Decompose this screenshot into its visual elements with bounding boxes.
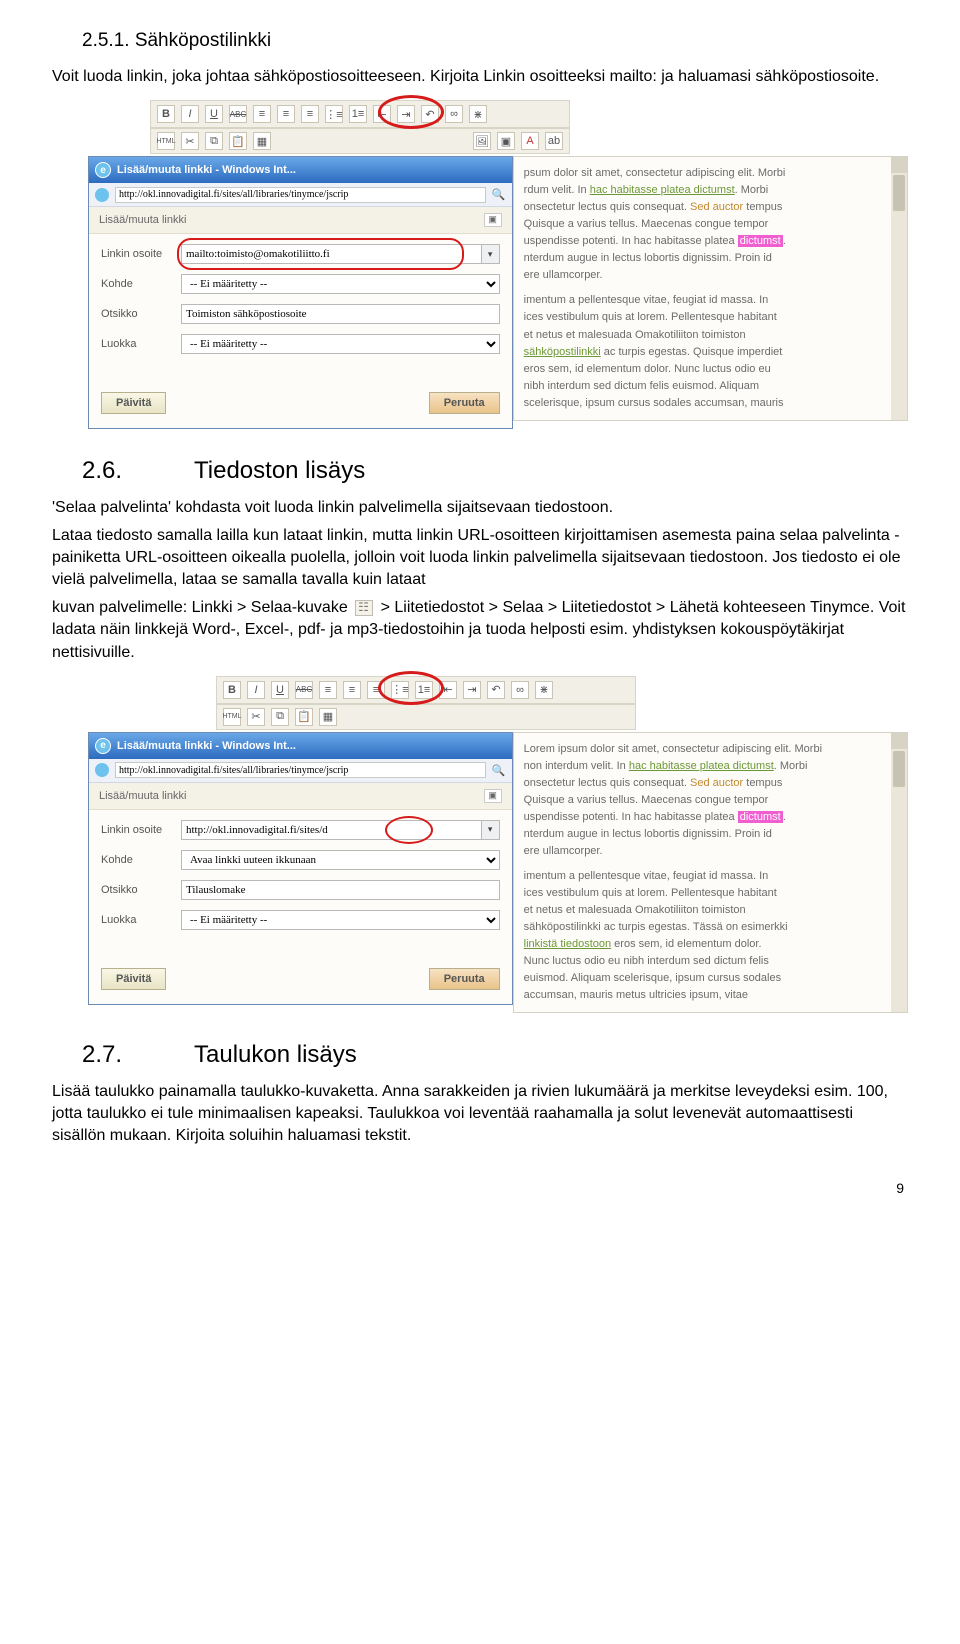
class-select[interactable]: -- Ei määritetty -- bbox=[181, 334, 500, 354]
cut-icon[interactable]: ✂ bbox=[181, 132, 199, 150]
link-dialog: e Lisää/muuta linkki - Windows Int... 🔍 … bbox=[88, 732, 513, 1005]
browse-icon[interactable]: ▾ bbox=[482, 820, 500, 840]
link-icon[interactable]: ∞ bbox=[445, 105, 463, 123]
strike-button[interactable]: ABC bbox=[229, 105, 247, 123]
html-button[interactable]: HTML bbox=[157, 132, 175, 150]
dialog-tab-label: Lisää/muuta linkki bbox=[99, 790, 186, 802]
heading-26: 2.6.Tiedoston lisäys bbox=[82, 457, 908, 485]
label-url: Linkin osoite bbox=[101, 824, 181, 836]
ie-icon: e bbox=[95, 738, 111, 754]
heading-251: 2.5.1. Sähköpostilinkki bbox=[82, 30, 908, 52]
label-url: Linkin osoite bbox=[101, 248, 181, 260]
bgcolor-icon[interactable]: ab bbox=[545, 132, 563, 150]
align-left-icon[interactable]: ≡ bbox=[253, 105, 271, 123]
title-input[interactable] bbox=[181, 880, 500, 900]
dialog-titlebar: e Lisää/muuta linkki - Windows Int... bbox=[89, 733, 512, 759]
figure-1: B I U ABC ≡ ≡ ≡ ⋮≡ 1≡ ⇤ ⇥ ↶ ∞ ⋇ HTML ✂ ⧉… bbox=[88, 100, 908, 429]
link-icon[interactable]: ∞ bbox=[511, 681, 529, 699]
ie-icon: e bbox=[95, 162, 111, 178]
dialog-tab: Lisää/muuta linkki ▣ bbox=[89, 783, 512, 810]
dialog-url-field[interactable] bbox=[115, 187, 486, 203]
heading-27: 2.7.Taulukon lisäys bbox=[82, 1041, 908, 1069]
html-button[interactable]: HTML bbox=[223, 708, 241, 726]
unlink-icon[interactable]: ⋇ bbox=[535, 681, 553, 699]
target-select[interactable]: Avaa linkki uuteen ikkunaan bbox=[181, 850, 500, 870]
ie-icon-small bbox=[95, 188, 109, 202]
label-luokka: Luokka bbox=[101, 914, 181, 926]
bold-button[interactable]: B bbox=[157, 105, 175, 123]
close-icon[interactable]: ▣ bbox=[484, 213, 502, 227]
search-icon[interactable]: 🔍 bbox=[492, 188, 506, 202]
editor-toolbar-2: HTML ✂ ⧉ 📋 ▦ bbox=[216, 704, 636, 730]
bold-button[interactable]: B bbox=[223, 681, 241, 699]
label-kohde: Kohde bbox=[101, 854, 181, 866]
image-icon[interactable]: 🖼 bbox=[473, 132, 491, 150]
browse-icon[interactable]: ▾ bbox=[482, 244, 500, 264]
link-url-input[interactable] bbox=[181, 820, 482, 840]
list-ul-icon[interactable]: ⋮≡ bbox=[325, 105, 343, 123]
para-27: Lisää taulukko painamalla taulukko-kuvak… bbox=[52, 1081, 908, 1147]
dialog-addressbar: 🔍 bbox=[89, 183, 512, 207]
underline-button[interactable]: U bbox=[271, 681, 289, 699]
para-26-2: Lataa tiedosto samalla lailla kun lataat… bbox=[52, 525, 908, 591]
class-select[interactable]: -- Ei määritetty -- bbox=[181, 910, 500, 930]
dialog-url-field[interactable] bbox=[115, 762, 486, 778]
editor-toolbar: B I U ABC ≡ ≡ ≡ ⋮≡ 1≡ ⇤ ⇥ ↶ ∞ ⋇ bbox=[216, 676, 636, 704]
list-ol-icon[interactable]: 1≡ bbox=[349, 105, 367, 123]
dialog-title: Lisää/muuta linkki - Windows Int... bbox=[117, 740, 296, 752]
target-select[interactable]: -- Ei määritetty -- bbox=[181, 274, 500, 294]
red-circle-marker bbox=[378, 671, 444, 705]
italic-button[interactable]: I bbox=[181, 105, 199, 123]
dialog-tab-label: Lisää/muuta linkki bbox=[99, 214, 186, 226]
editor-toolbar-2: HTML ✂ ⧉ 📋 ▦ 🖼 ▣ A ab bbox=[150, 128, 570, 154]
cancel-button[interactable]: Peruuta bbox=[429, 968, 500, 990]
align-right-icon[interactable]: ≡ bbox=[301, 105, 319, 123]
browse-server-icon bbox=[355, 600, 373, 616]
title-input[interactable] bbox=[181, 304, 500, 324]
copy-icon[interactable]: ⧉ bbox=[205, 132, 223, 150]
cancel-button[interactable]: Peruuta bbox=[429, 392, 500, 414]
para-26-3: kuvan palvelimelle: Linkki > Selaa-kuvak… bbox=[52, 597, 908, 663]
label-otsikko: Otsikko bbox=[101, 308, 181, 320]
label-otsikko: Otsikko bbox=[101, 884, 181, 896]
scrollbar[interactable] bbox=[891, 157, 907, 420]
indent-icon[interactable]: ⇥ bbox=[397, 105, 415, 123]
update-button[interactable]: Päivitä bbox=[101, 968, 166, 990]
table-icon[interactable]: ▦ bbox=[253, 132, 271, 150]
search-icon[interactable]: 🔍 bbox=[492, 763, 506, 777]
dialog-tab: Lisää/muuta linkki ▣ bbox=[89, 207, 512, 234]
italic-button[interactable]: I bbox=[247, 681, 265, 699]
undo-icon[interactable]: ↶ bbox=[421, 105, 439, 123]
link-dialog: e Lisää/muuta linkki - Windows Int... 🔍 … bbox=[88, 156, 513, 429]
unlink-icon[interactable]: ⋇ bbox=[469, 105, 487, 123]
page-number: 9 bbox=[52, 1180, 908, 1196]
update-button[interactable]: Päivitä bbox=[101, 392, 166, 414]
link-url-input[interactable] bbox=[181, 244, 482, 264]
strike-button[interactable]: ABC bbox=[295, 681, 313, 699]
dialog-title: Lisää/muuta linkki - Windows Int... bbox=[117, 164, 296, 176]
paste-icon[interactable]: 📋 bbox=[229, 132, 247, 150]
dialog-addressbar: 🔍 bbox=[89, 759, 512, 783]
ie-icon-small bbox=[95, 763, 109, 777]
figure-2: B I U ABC ≡ ≡ ≡ ⋮≡ 1≡ ⇤ ⇥ ↶ ∞ ⋇ HTML ✂ ⧉… bbox=[88, 676, 908, 1014]
editor-preview-2: Lorem ipsum dolor sit amet, consectetur … bbox=[513, 732, 908, 1014]
label-luokka: Luokka bbox=[101, 338, 181, 350]
outdent-icon[interactable]: ⇤ bbox=[373, 105, 391, 123]
para-251: Voit luoda linkin, joka johtaa sähköpost… bbox=[52, 66, 908, 88]
para-26-1: 'Selaa palvelinta' kohdasta voit luoda l… bbox=[52, 497, 908, 519]
underline-button[interactable]: U bbox=[205, 105, 223, 123]
color-icon[interactable]: A bbox=[521, 132, 539, 150]
editor-preview-1: psum dolor sit amet, consectetur adipisc… bbox=[513, 156, 908, 421]
dialog-titlebar: e Lisää/muuta linkki - Windows Int... bbox=[89, 157, 512, 183]
editor-toolbar: B I U ABC ≡ ≡ ≡ ⋮≡ 1≡ ⇤ ⇥ ↶ ∞ ⋇ bbox=[150, 100, 570, 128]
close-icon[interactable]: ▣ bbox=[484, 789, 502, 803]
label-kohde: Kohde bbox=[101, 278, 181, 290]
scrollbar[interactable] bbox=[891, 733, 907, 1013]
media-icon[interactable]: ▣ bbox=[497, 132, 515, 150]
align-center-icon[interactable]: ≡ bbox=[277, 105, 295, 123]
